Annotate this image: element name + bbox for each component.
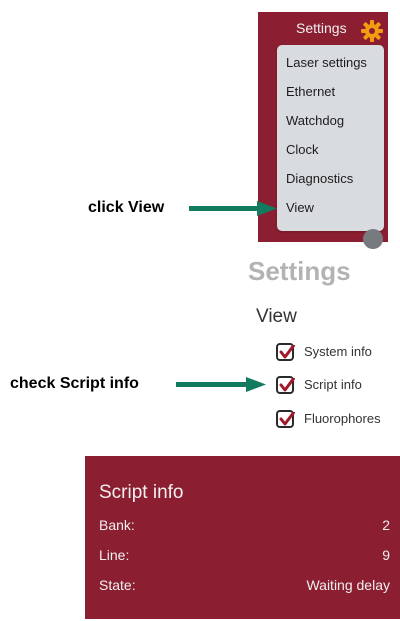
fluorophores-label: Fluorophores (304, 411, 381, 426)
state-value: Waiting delay (306, 577, 390, 593)
scroll-knob[interactable] (363, 229, 383, 249)
script-info-label: Script info (304, 377, 362, 392)
script-info-panel: Script info Bank: 2 Line: 9 State: Waiti… (85, 456, 400, 619)
state-label: State: (99, 577, 136, 593)
menu-item-laser-settings[interactable]: Laser settings (286, 55, 367, 70)
menu-item-diagnostics[interactable]: Diagnostics (286, 171, 353, 186)
callout-click-view: click View (88, 199, 165, 216)
settings-menu-header[interactable]: Settings (258, 12, 388, 48)
gear-icon[interactable] (361, 20, 383, 42)
view-section-heading: View (256, 306, 297, 327)
page-title: Settings (248, 256, 351, 286)
system-info-label: System info (304, 344, 372, 359)
system-info-checkbox[interactable] (276, 343, 295, 361)
settings-dropdown-menu: Laser settings Ethernet Watchdog Clock D… (277, 45, 384, 231)
menu-item-watchdog[interactable]: Watchdog (286, 113, 344, 128)
callout-check-script-info: check Script info (10, 375, 139, 392)
menu-item-ethernet[interactable]: Ethernet (286, 84, 335, 99)
settings-header-label: Settings (296, 20, 347, 36)
script-info-title: Script info (99, 482, 184, 503)
line-value: 9 (382, 547, 390, 563)
script-info-checkbox[interactable] (276, 376, 295, 394)
bank-value: 2 (382, 517, 390, 533)
arrow-to-view (189, 201, 277, 216)
menu-item-view[interactable]: View (286, 200, 314, 215)
line-label: Line: (99, 547, 130, 563)
bank-label: Bank: (99, 517, 135, 533)
fluorophores-checkbox[interactable] (276, 410, 295, 428)
arrow-to-script-info (176, 377, 266, 392)
menu-item-clock[interactable]: Clock (286, 142, 319, 157)
